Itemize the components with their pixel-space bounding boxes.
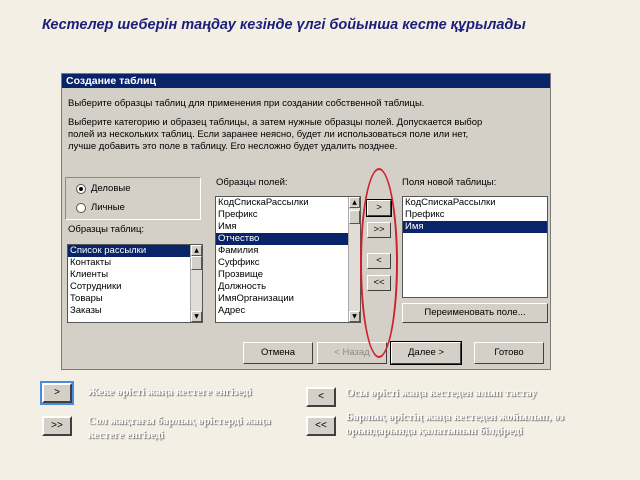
scroll-up-icon[interactable]: ▲ bbox=[349, 197, 360, 208]
list-item[interactable]: КодСпискаРассылки bbox=[403, 197, 547, 209]
category-radio-personal[interactable] bbox=[76, 203, 86, 213]
list-item[interactable]: Прозвище bbox=[216, 269, 360, 281]
new-fields-list[interactable]: КодСпискаРассылки Префикс Имя bbox=[402, 196, 548, 298]
finish-button[interactable]: Готово bbox=[474, 342, 544, 364]
list-item[interactable]: Сотрудники bbox=[68, 281, 202, 293]
legend-add-field-text: Жеке өрісті жаңа кестеге енгізеді bbox=[88, 386, 252, 398]
legend-add-field-button: > bbox=[40, 381, 74, 405]
scroll-down-icon[interactable]: ▼ bbox=[191, 311, 202, 322]
dialog-title: Создание таблиц bbox=[62, 74, 550, 88]
legend-remove-field-button: < bbox=[306, 387, 336, 407]
list-item[interactable]: Имя bbox=[403, 221, 547, 233]
cancel-button[interactable]: Отмена bbox=[243, 342, 313, 364]
legend-remove-all-text: Барлық өрістің жаңа кестеден жойылып, өз… bbox=[346, 411, 564, 437]
create-table-dialog: Создание таблиц Выберите образцы таблиц … bbox=[61, 73, 551, 370]
list-item[interactable]: Отчество bbox=[216, 233, 360, 245]
list-item[interactable]: Товары bbox=[68, 293, 202, 305]
list-item[interactable]: Заказы bbox=[68, 305, 202, 317]
sample-fields-label: Образцы полей: bbox=[216, 177, 288, 188]
scroll-thumb[interactable] bbox=[191, 256, 202, 270]
rename-field-button[interactable]: Переименовать поле... bbox=[402, 303, 548, 323]
legend-remove-field-text: Осы өрісті жаңа кестеден алып тастау bbox=[346, 387, 537, 399]
highlight-ellipse bbox=[360, 168, 398, 358]
list-item[interactable]: Клиенты bbox=[68, 269, 202, 281]
list-item[interactable]: Фамилия bbox=[216, 245, 360, 257]
list-item[interactable]: КодСпискаРассылки bbox=[216, 197, 360, 209]
new-fields-label: Поля новой таблицы: bbox=[402, 177, 497, 188]
sample-fields-list[interactable]: КодСпискаРассылки Префикс Имя Отчество Ф… bbox=[215, 196, 361, 323]
list-item[interactable]: Должность bbox=[216, 281, 360, 293]
list-item[interactable]: Список рассылки bbox=[68, 245, 202, 257]
category-radio-business[interactable] bbox=[76, 184, 86, 194]
sample-tables-label: Образцы таблиц: bbox=[68, 224, 145, 235]
list-item[interactable]: ИмяОрганизации bbox=[216, 293, 360, 305]
legend-add-all-text: Сол жақтағы барлық өрістерді жаңа кестег… bbox=[88, 415, 271, 441]
list-item[interactable]: Адрес bbox=[216, 305, 360, 317]
list-item[interactable]: Префикс bbox=[216, 209, 360, 221]
scroll-thumb[interactable] bbox=[349, 210, 360, 224]
dialog-intro: Выберите образцы таблиц для применения п… bbox=[68, 98, 425, 109]
scroll-up-icon[interactable]: ▲ bbox=[191, 245, 202, 256]
list-item[interactable]: Контакты bbox=[68, 257, 202, 269]
dialog-instructions-1: Выберите категорию и образец таблицы, а … bbox=[68, 117, 483, 128]
sample-fields-scrollbar[interactable]: ▲ ▼ bbox=[348, 197, 360, 322]
dialog-instructions-3: лучше добавить это поле в таблицу. Его н… bbox=[68, 141, 398, 152]
legend-add-all-button: >> bbox=[42, 416, 72, 436]
sample-tables-scrollbar[interactable]: ▲ ▼ bbox=[190, 245, 202, 322]
category-label-business: Деловые bbox=[91, 183, 131, 194]
next-button[interactable]: Далее > bbox=[390, 341, 462, 365]
list-item[interactable]: Имя bbox=[216, 221, 360, 233]
list-item[interactable]: Суффикс bbox=[216, 257, 360, 269]
list-item[interactable]: Префикс bbox=[403, 209, 547, 221]
category-label-personal: Личные bbox=[91, 202, 125, 213]
sample-tables-list[interactable]: Список рассылки Контакты Клиенты Сотрудн… bbox=[67, 244, 203, 323]
legend-remove-all-button: << bbox=[306, 416, 336, 436]
dialog-instructions-2: полей из нескольких таблиц. Если заранее… bbox=[68, 129, 469, 140]
slide-title: Кестелер шеберін таңдау кезінде үлгі бой… bbox=[42, 17, 526, 33]
category-group: Деловые Личные bbox=[65, 177, 201, 220]
scroll-down-icon[interactable]: ▼ bbox=[349, 311, 360, 322]
